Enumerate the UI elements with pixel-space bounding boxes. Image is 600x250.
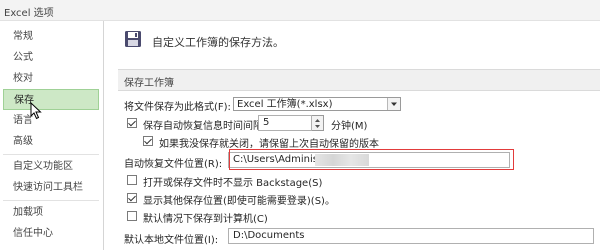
sidebar-item-general[interactable]: 常规 bbox=[3, 26, 99, 47]
save-options-panel: 自定义工作簿的保存方法。 保存工作簿 将文件保存为此格式(F): Excel 工… bbox=[104, 21, 600, 250]
sidebar-item-customize-ribbon[interactable]: 自定义功能区 bbox=[3, 156, 99, 177]
sidebar-item-add-ins[interactable]: 加载项 bbox=[3, 202, 99, 223]
mouse-cursor-icon bbox=[30, 102, 42, 120]
save-format-value: Excel 工作簿(*.xlsx) bbox=[237, 99, 333, 110]
sidebar-item-language[interactable]: 语言 bbox=[3, 110, 99, 131]
default-local-location-value: D:\Documents bbox=[233, 230, 305, 241]
sidebar-item-formulas[interactable]: 公式 bbox=[3, 47, 99, 68]
autorecover-location-label: 自动恢复文件位置(R): bbox=[124, 159, 223, 170]
default-local-location-input[interactable]: D:\Documents bbox=[228, 228, 594, 244]
section-save-workbooks: 保存工作簿 bbox=[118, 69, 600, 91]
window-title: Excel 选项 bbox=[4, 8, 54, 19]
autorecover-unit: 分钟(M) bbox=[331, 121, 368, 132]
section-title: 保存工作簿 bbox=[124, 78, 174, 89]
autorecover-minutes-spinner[interactable] bbox=[312, 115, 324, 131]
save-format-select[interactable]: Excel 工作簿(*.xlsx) bbox=[233, 97, 401, 111]
title-bar: Excel 选项 bbox=[0, 0, 600, 21]
save-to-computer-label: 默认情况下保存到计算机(C) bbox=[143, 214, 268, 225]
default-local-location-label: 默认本地文件位置(I): bbox=[124, 235, 219, 246]
red-highlight-box bbox=[229, 149, 514, 170]
sidebar-divider bbox=[3, 154, 99, 155]
sidebar-item-save[interactable]: 保存 bbox=[3, 89, 99, 110]
options-sidebar: 常规 公式 校对 保存 语言 高级 自定义功能区 快速访问工具栏 加载项 信任中… bbox=[0, 21, 104, 250]
sidebar-item-proofing[interactable]: 校对 bbox=[3, 68, 99, 89]
show-other-locations-label: 显示其他保存位置(即使可能需要登录)(S)。 bbox=[143, 196, 335, 207]
keep-last-version-label: 如果我没保存就关闭，请保留上次自动保留的版本 bbox=[159, 139, 379, 150]
autorecover-checkbox[interactable] bbox=[127, 118, 137, 128]
chevron-down-icon[interactable] bbox=[387, 98, 400, 110]
save-disk-icon bbox=[125, 31, 141, 47]
backstage-checkbox[interactable] bbox=[127, 175, 137, 185]
save-format-label: 将文件保存为此格式(F): bbox=[124, 102, 231, 113]
sidebar-item-trust-center[interactable]: 信任中心 bbox=[3, 223, 99, 244]
save-to-computer-checkbox[interactable] bbox=[127, 211, 137, 221]
autorecover-minutes-input[interactable]: 5 bbox=[258, 115, 312, 131]
backstage-label: 打开或保存文件时不显示 Backstage(S) bbox=[143, 178, 323, 189]
sidebar-item-quick-access-toolbar[interactable]: 快速访问工具栏 bbox=[3, 177, 99, 198]
save-options-description: 自定义工作簿的保存方法。 bbox=[152, 36, 284, 49]
keep-last-version-checkbox[interactable] bbox=[143, 136, 153, 146]
sidebar-item-advanced[interactable]: 高级 bbox=[3, 131, 99, 152]
show-other-locations-checkbox[interactable] bbox=[127, 193, 137, 203]
spinner-arrows-icon[interactable] bbox=[312, 116, 323, 131]
sidebar-divider bbox=[3, 200, 99, 201]
autorecover-minutes-value: 5 bbox=[263, 117, 270, 128]
